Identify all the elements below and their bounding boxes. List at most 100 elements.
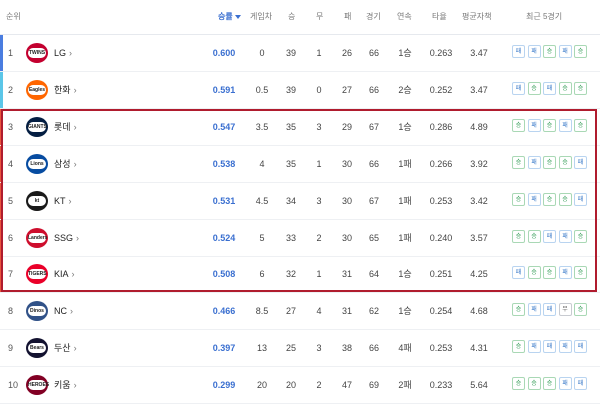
games-cell: 69 — [368, 380, 379, 391]
team-link[interactable]: LG › — [54, 35, 94, 71]
header-w[interactable]: 승 — [288, 11, 295, 22]
table-row[interactable]: 6 Landers SSG › 0.524 5 33 2 30 65 1패 0.240 3.57 승 승 패 패… — [0, 219, 600, 257]
team-name: KT — [54, 195, 66, 206]
gb-cell: 3.5 — [255, 121, 269, 132]
result-badge: 승 — [543, 266, 556, 280]
table-row[interactable]: 8 Dinos NC › 0.466 8.5 27 4 31 62 1승 0.254 4.68 승 패 패 무 승 — [0, 293, 600, 331]
losses-cell: 30 — [341, 232, 352, 243]
streak-cell: 2패 — [398, 380, 412, 391]
avg-cell: 0.233 — [429, 380, 453, 391]
era-cell: 3.92 — [470, 158, 488, 169]
wins-cell: 39 — [285, 84, 296, 95]
result-badge: 승 — [574, 118, 587, 132]
draws-cell: 1 — [316, 158, 322, 169]
team-link[interactable]: 삼성 › — [54, 146, 94, 182]
table-row[interactable]: 1 TWINS LG › 0.600 0 39 1 26 66 1승 0.263 3.47 패 패 승 패 승 — [0, 35, 600, 72]
gb-cell: 4.5 — [255, 195, 269, 206]
header-g[interactable]: 경기 — [366, 11, 381, 22]
team-logo-icon: Lions — [26, 153, 48, 174]
team-link[interactable]: SSG › — [54, 220, 94, 256]
games-cell: 67 — [368, 195, 379, 206]
team-link[interactable]: KIA › — [54, 256, 94, 292]
streak-cell: 1승 — [398, 269, 412, 280]
pct-cell: 0.591 — [212, 84, 236, 95]
header-streak[interactable]: 연속 — [397, 11, 412, 22]
table-row[interactable]: 2 Eagles 한화 › 0.591 0.5 39 0 27 66 2승 0.252 3.47 패 승 패 승… — [0, 71, 600, 109]
recent-games: 패승패승승 — [512, 81, 592, 98]
result-badge: 승 — [527, 266, 541, 280]
header-gb[interactable]: 게임차 — [250, 11, 272, 22]
result-badge: 승 — [512, 192, 525, 206]
wins-cell: 20 — [285, 380, 296, 391]
table-row[interactable]: 9 Bears 두산 › 0.397 13 25 3 38 66 4패 0.253 4.31 승 패 패 패 패 — [0, 330, 600, 368]
recent-games: 패승승패승 — [512, 266, 592, 282]
rank-indicator — [0, 182, 3, 219]
losses-cell: 29 — [341, 121, 352, 132]
result-badge: 승 — [512, 377, 525, 391]
header-rank[interactable]: 순위 — [6, 11, 21, 22]
streak-cell: 1승 — [398, 48, 412, 58]
streak-cell: 4패 — [398, 343, 412, 354]
header-d[interactable]: 무 — [316, 11, 323, 22]
rank-cell: 10 — [8, 380, 19, 391]
team-link[interactable]: 두산 › — [54, 330, 94, 366]
streak-cell: 1패 — [398, 232, 412, 243]
losses-cell: 38 — [341, 343, 352, 354]
recent-games: 승패승승패 — [512, 192, 592, 209]
games-cell: 67 — [368, 121, 379, 132]
avg-cell: 0.254 — [429, 306, 453, 317]
team-name: KIA — [54, 269, 69, 280]
result-badge: 패 — [527, 118, 541, 132]
header-l[interactable]: 패 — [344, 11, 351, 22]
result-badge: 승 — [543, 192, 556, 206]
gb-cell: 4 — [259, 158, 265, 169]
result-badge: 패 — [527, 340, 541, 354]
wins-cell: 34 — [285, 195, 296, 206]
losses-cell: 30 — [341, 195, 352, 206]
result-badge: 승 — [527, 377, 541, 391]
sort-desc-icon — [234, 14, 241, 19]
table-row[interactable]: 7 TIGERS KIA › 0.508 6 32 1 31 64 1승 0.251 4.25 패 승 승 패 승 — [0, 256, 600, 294]
recent-games: 승패승승패 — [512, 155, 592, 172]
table-row[interactable]: 3 GIANTS 롯데 › 0.547 3.5 35 3 29 67 1승 0.286 4.89 승 패 승 패… — [0, 108, 600, 146]
rank-indicator — [0, 35, 3, 71]
team-link[interactable]: KT › — [54, 183, 94, 219]
team-link[interactable]: NC › — [54, 293, 94, 329]
table-row[interactable]: 5 kt KT › 0.531 4.5 34 3 30 67 1패 0.253 3.42 승 패 승 승 패 — [0, 182, 600, 220]
team-link[interactable]: 한화 › — [54, 72, 94, 108]
rank-indicator — [0, 256, 3, 293]
losses-cell: 26 — [341, 48, 352, 58]
draws-cell: 0 — [316, 84, 322, 95]
era-cell: 5.64 — [470, 380, 488, 391]
avg-cell: 0.263 — [429, 48, 453, 58]
header-avg[interactable]: 타율 — [432, 11, 447, 22]
losses-cell: 31 — [341, 306, 352, 317]
result-badge: 패 — [543, 229, 556, 243]
chevron-right-icon: › — [69, 48, 73, 58]
team-logo-text: TWINS — [28, 48, 46, 58]
table-row[interactable]: 4 Lions 삼성 › 0.538 4 35 1 30 66 1패 0.266 3.92 승 패 승 승 패 — [0, 145, 600, 183]
table-row[interactable]: 10 HEROES 키움 › 0.299 20 20 2 47 69 2패 0.233 5.64 승 승 승 패… — [0, 367, 600, 404]
result-badge: 패 — [558, 266, 572, 280]
result-badge: 패 — [574, 155, 587, 169]
games-cell: 66 — [368, 84, 379, 95]
rank-cell: 1 — [8, 48, 14, 58]
pct-cell: 0.299 — [212, 380, 236, 391]
result-badge: 무 — [558, 303, 572, 317]
result-badge: 패 — [527, 192, 541, 206]
team-link[interactable]: 키움 › — [54, 367, 94, 403]
result-badge: 승 — [558, 192, 572, 206]
team-logo-icon: TIGERS — [26, 264, 48, 285]
avg-cell: 0.286 — [429, 121, 453, 132]
team-logo-text: Lions — [28, 158, 46, 169]
recent-games: 승승승패패 — [512, 377, 592, 393]
wins-cell: 35 — [285, 158, 296, 169]
header-era[interactable]: 평균자책 — [462, 11, 491, 22]
games-cell: 65 — [368, 232, 379, 243]
team-logo-icon: kt — [26, 190, 48, 211]
header-pct[interactable]: 승률 — [218, 11, 241, 22]
result-badge: 패 — [512, 266, 525, 280]
chevron-right-icon: › — [73, 380, 77, 391]
wins-cell: 35 — [285, 121, 296, 132]
team-link[interactable]: 롯데 › — [54, 109, 94, 145]
